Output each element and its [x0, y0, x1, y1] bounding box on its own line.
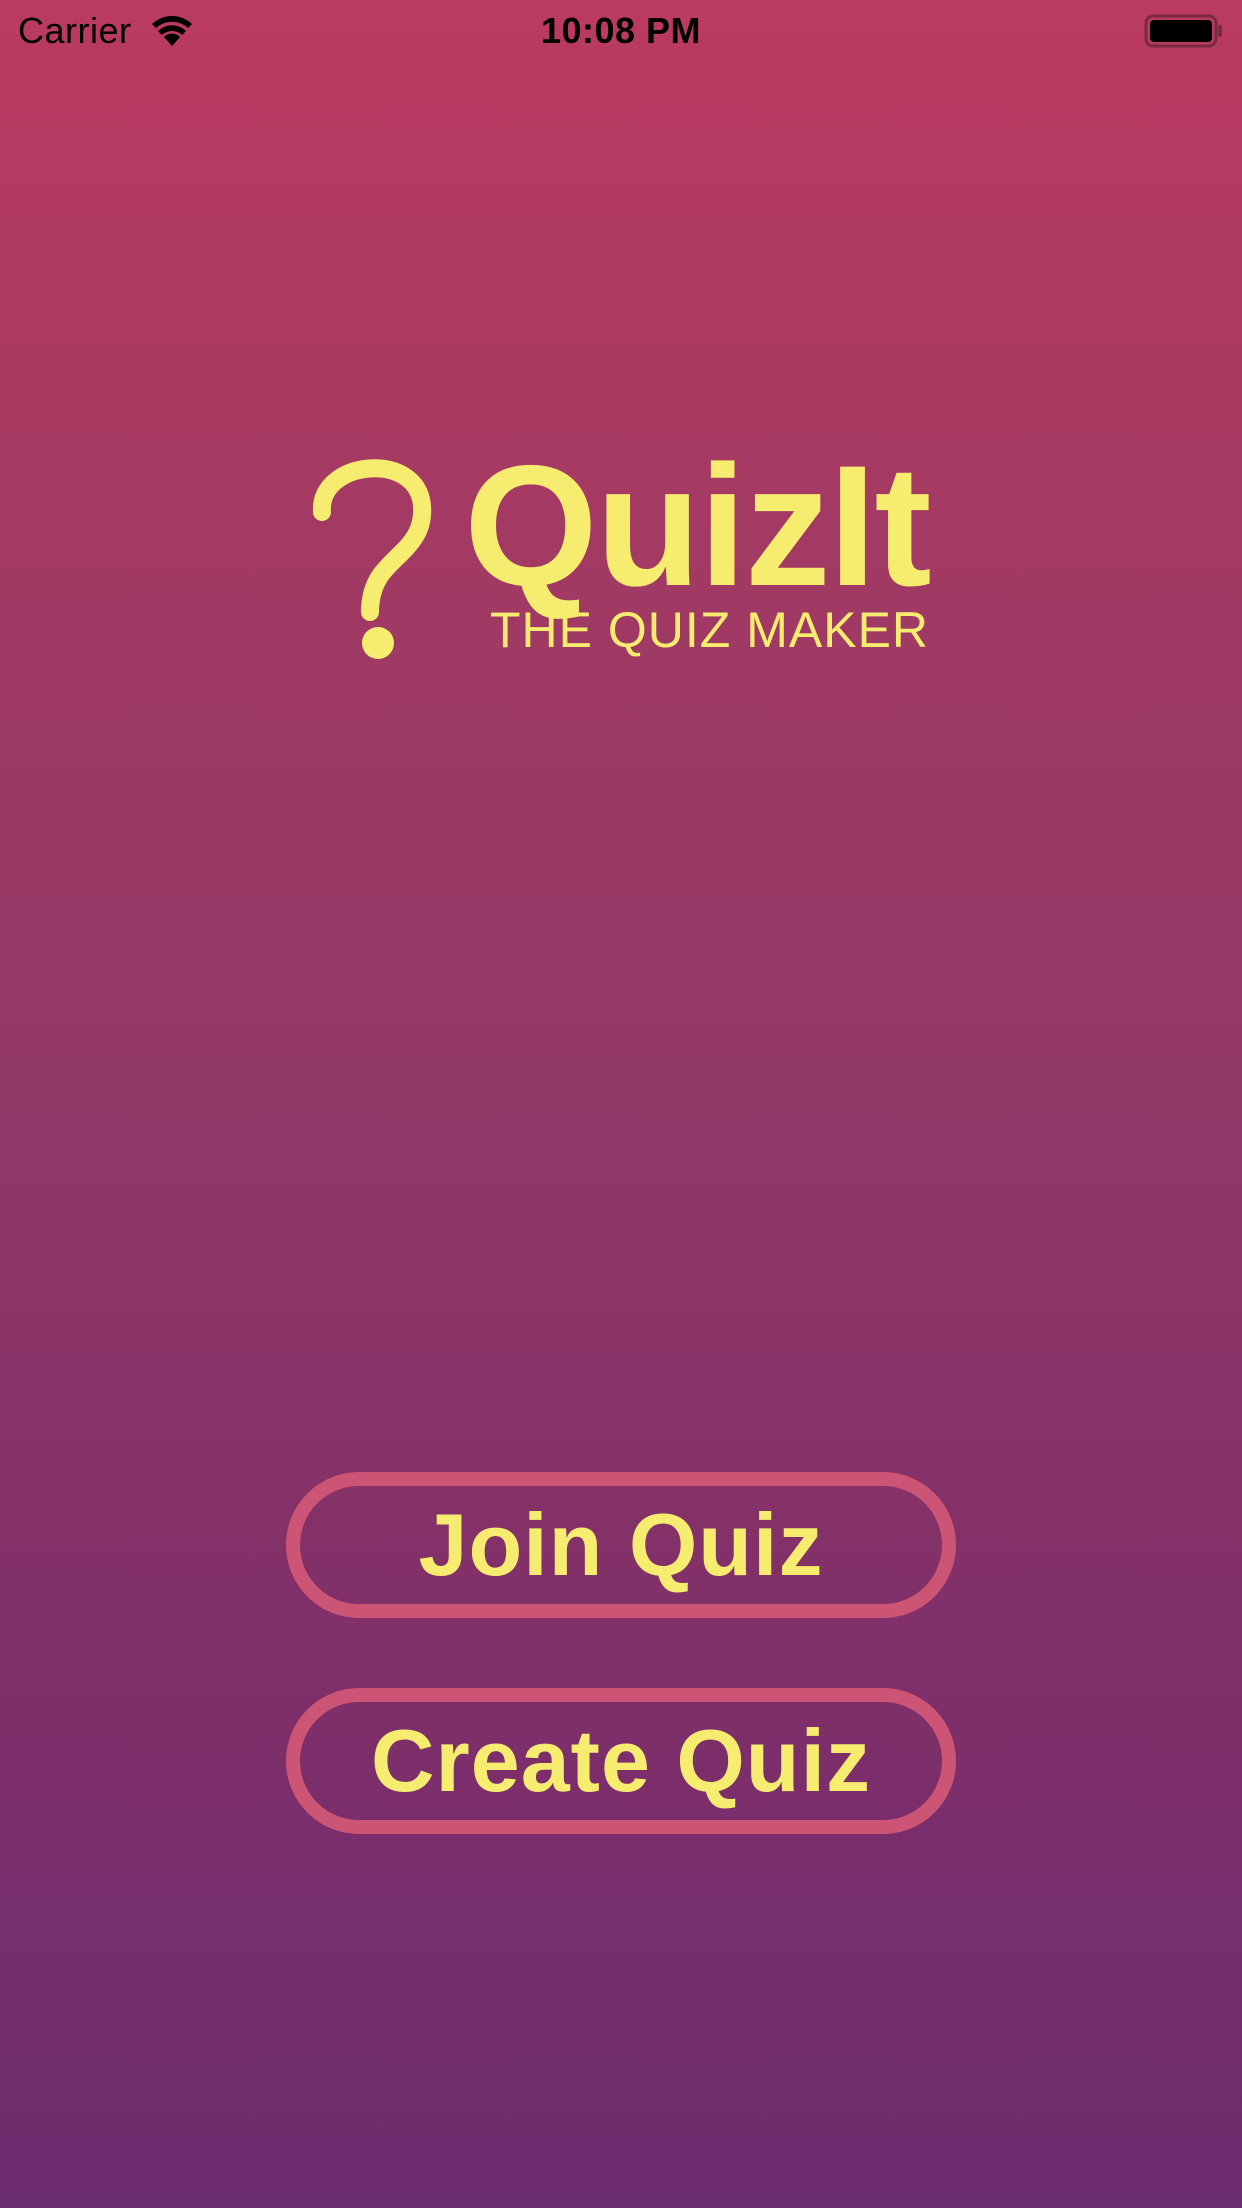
app-title: QuizIt [464, 430, 932, 622]
battery-icon [1144, 14, 1224, 48]
app-logo: QuizIt THE QUIZ MAKER [300, 440, 960, 670]
status-bar: Carrier 10:08 PM [0, 0, 1242, 62]
question-mark-icon [300, 450, 440, 660]
join-quiz-button[interactable]: Join Quiz [286, 1472, 956, 1618]
status-time: 10:08 PM [540, 10, 702, 51]
app-subtitle: THE QUIZ MAKER [490, 602, 930, 658]
create-quiz-button[interactable]: Create Quiz [286, 1688, 956, 1834]
